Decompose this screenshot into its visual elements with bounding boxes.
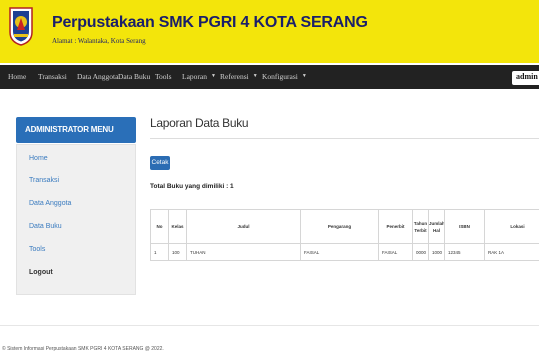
cell-tahun-terbit: 0000	[412, 243, 429, 261]
column-header-jumlah-hal: Jumlah Hal	[428, 209, 445, 244]
sidebar-item-data-buku[interactable]: Data Buku	[29, 223, 62, 230]
site-header: Perpustakaan SMK PGRI 4 KOTA SERANG Alam…	[0, 0, 539, 63]
sidebar-header: ADMINISTRATOR MENU	[16, 117, 136, 143]
table-header-row: No Kelas Judul Pengarang Penerbit Tahun …	[150, 209, 539, 244]
nav-laporan-label: Laporan	[182, 72, 207, 81]
sidebar-title: ADMINISTRATOR MENU	[25, 125, 114, 134]
nav-home-label: Home	[8, 72, 27, 81]
column-header-judul: Judul	[186, 209, 301, 244]
total-books-text: Total Buku yang dimiliki : 1	[150, 183, 234, 190]
heading-divider	[150, 138, 539, 139]
cell-lokasi: RAK 1A	[484, 243, 539, 261]
print-button[interactable]: Cetak	[150, 156, 170, 170]
cell-penerbit: FAISAL	[378, 243, 413, 261]
chevron-down-icon: ▼	[252, 74, 258, 80]
column-header-isbn: ISBN	[444, 209, 485, 244]
nav-data-anggota-label: Data Anggota	[77, 72, 119, 81]
nav-laporan[interactable]: Laporan ▼	[182, 65, 216, 89]
chevron-down-icon: ▼	[301, 74, 307, 80]
column-header-pengarang: Pengarang	[300, 209, 379, 244]
user-menu-button[interactable]: admin	[512, 71, 539, 85]
cell-no: 1	[150, 243, 169, 261]
nav-konfigurasi[interactable]: Konfigurasi ▼	[262, 65, 307, 89]
site-address: Alamat : Walantaka, Kota Serang	[52, 37, 146, 45]
book-report-table-wrapper: No Kelas Judul Pengarang Penerbit Tahun …	[150, 209, 539, 264]
column-header-no: No	[150, 209, 169, 244]
cell-pengarang: FAISAL	[300, 243, 379, 261]
nav-home[interactable]: Home	[8, 65, 26, 89]
column-header-tahun-terbit: Tahun Terbit	[412, 209, 429, 244]
cell-isbn: 12345	[444, 243, 485, 261]
footer-copyright: © Sistem Informasi Perpustakaan SMK PGRI…	[2, 346, 164, 352]
sidebar-item-logout[interactable]: Logout	[29, 269, 53, 276]
chevron-down-icon: ▼	[211, 74, 216, 80]
sidebar-item-data-anggota[interactable]: Data Anggota	[29, 200, 71, 207]
nav-data-buku-label: Data Buku	[118, 72, 151, 81]
nav-tools-label: Tools	[155, 72, 172, 81]
sidebar-item-home[interactable]: Home	[29, 155, 48, 162]
column-header-penerbit: Penerbit	[378, 209, 413, 244]
nav-referensi-label: Referensi	[220, 72, 249, 81]
nav-transaksi-label: Transaksi	[38, 72, 67, 81]
nav-data-anggota[interactable]: Data Anggota	[77, 65, 118, 89]
table-row: 1 100 TUHAN FAISAL FAISAL 0000 1000 1234…	[150, 243, 539, 261]
book-report-table: No Kelas Judul Pengarang Penerbit Tahun …	[150, 209, 539, 261]
sidebar-menu: Home Transaksi Data Anggota Data Buku To…	[16, 144, 136, 295]
nav-konfigurasi-label: Konfigurasi	[262, 72, 298, 81]
cell-judul: TUHAN	[186, 243, 301, 261]
cell-kelas: 100	[168, 243, 187, 261]
site-title: Perpustakaan SMK PGRI 4 KOTA SERANG	[52, 14, 368, 31]
top-navbar: Home Transaksi Data Anggota Data Buku To…	[0, 65, 539, 89]
nav-tools[interactable]: Tools	[155, 65, 172, 89]
cell-jumlah-hal: 1000	[428, 243, 445, 261]
nav-referensi[interactable]: Referensi ▼	[220, 65, 258, 89]
school-crest-icon	[9, 7, 33, 46]
sidebar-item-tools[interactable]: Tools	[29, 246, 45, 253]
user-label: admin	[516, 72, 538, 81]
column-header-lokasi: Lokasi	[484, 209, 539, 244]
footer-divider	[0, 325, 539, 326]
sidebar-item-transaksi[interactable]: Transaksi	[29, 177, 59, 184]
page-title: Laporan Data Buku	[150, 116, 249, 130]
nav-data-buku[interactable]: Data Buku	[118, 65, 150, 89]
nav-transaksi[interactable]: Transaksi	[38, 65, 67, 89]
column-header-kelas: Kelas	[168, 209, 187, 244]
